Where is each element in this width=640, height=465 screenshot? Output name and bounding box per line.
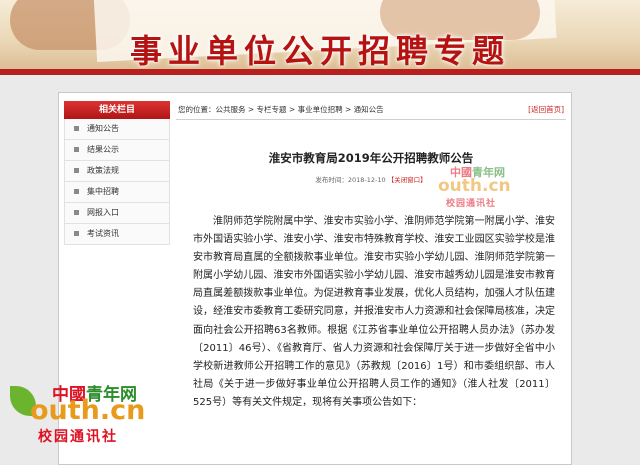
sidebar-item-recruitment[interactable]: 集中招聘 (64, 182, 170, 203)
bullet-icon (74, 210, 79, 215)
bullet-icon (74, 147, 79, 152)
bullet-icon (74, 168, 79, 173)
banner-stripe (0, 69, 640, 75)
watermark-url: outh.cn (438, 176, 511, 196)
sidebar-item-results[interactable]: 结果公示 (64, 140, 170, 161)
sidebar-item-exam-news[interactable]: 考试资讯 (64, 224, 170, 245)
sidebar-item-label: 网报入口 (87, 208, 119, 217)
header-banner: 事业单位公开招聘专题 (0, 0, 640, 75)
sidebar: 相关栏目 通知公告 结果公示 政策法规 集中招聘 网报入口 考试资讯 (64, 101, 170, 245)
sidebar-item-registration[interactable]: 网报入口 (64, 203, 170, 224)
bullet-icon (74, 126, 79, 131)
watermark-subtitle: 校园通讯社 (38, 429, 118, 445)
sidebar-item-label: 政策法规 (87, 166, 119, 175)
bullet-icon (74, 189, 79, 194)
article-body: 淮阴师范学院附属中学、淮安市实验小学、淮阴师范学院第一附属小学、淮安市外国语实验… (193, 216, 555, 408)
sidebar-header: 相关栏目 (64, 101, 170, 119)
breadcrumb-text[interactable]: 您的位置：公共服务 > 专栏专题 > 事业单位招聘 > 通知公告 (178, 105, 384, 114)
watermark-logo-small: 中國青年网 outh.cn 校园通讯社 (428, 164, 528, 224)
bullet-icon (74, 231, 79, 236)
sidebar-item-notices[interactable]: 通知公告 (64, 119, 170, 140)
watermark-logo: 中國青年网 outh.cn 校园通讯社 (10, 380, 150, 460)
publish-date: 发布时间：2018-12-10 (315, 176, 386, 184)
breadcrumb: 您的位置：公共服务 > 专栏专题 > 事业单位招聘 > 通知公告 [返回首页] (176, 101, 566, 120)
sidebar-item-label: 集中招聘 (87, 187, 119, 196)
sidebar-item-label: 考试资讯 (87, 229, 119, 238)
watermark-url: outh.cn (30, 395, 146, 426)
sidebar-item-label: 通知公告 (87, 124, 119, 133)
watermark-subtitle: 校园通讯社 (446, 199, 497, 209)
back-home-link[interactable]: [返回首页] (528, 101, 564, 119)
sidebar-item-label: 结果公示 (87, 145, 119, 154)
sidebar-item-policies[interactable]: 政策法规 (64, 161, 170, 182)
banner-title: 事业单位公开招聘专题 (129, 32, 510, 70)
close-window-link[interactable]: 【关闭窗口】 (388, 176, 427, 184)
